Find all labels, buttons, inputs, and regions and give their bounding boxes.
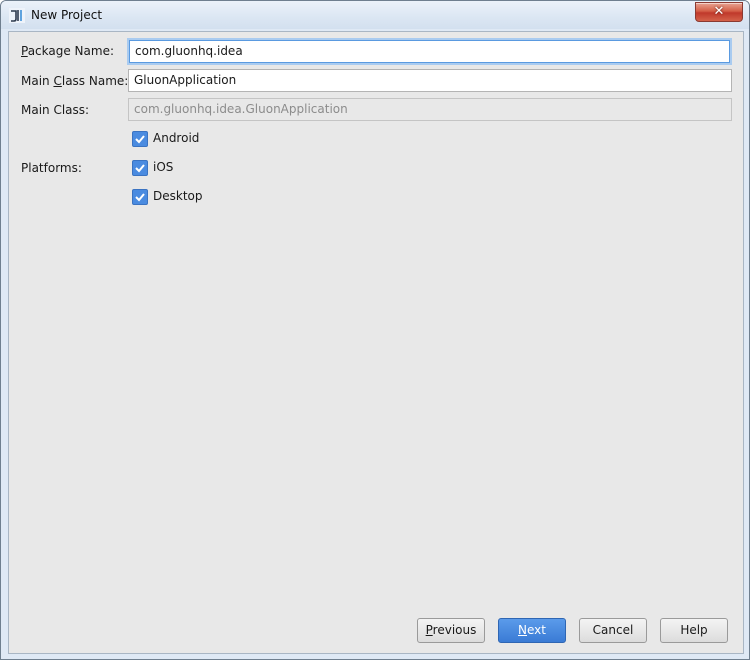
ios-label: iOS (153, 160, 174, 174)
desktop-label: Desktop (153, 189, 203, 203)
platforms-label: Platforms: (21, 161, 82, 175)
next-button[interactable]: Next (498, 618, 566, 643)
checkmark-icon (132, 189, 148, 205)
close-icon: ✕ (713, 4, 725, 19)
android-label: Android (153, 131, 200, 145)
window-title: New Project (31, 8, 103, 22)
package-name-label: Package Name: (21, 44, 115, 58)
package-name-input[interactable]: com.gluonhq.idea (129, 40, 730, 63)
new-project-window: New Project ✕ Package Name: com.gluonhq.… (0, 0, 750, 660)
cancel-button[interactable]: Cancel (579, 618, 647, 643)
close-button[interactable]: ✕ (695, 2, 743, 22)
title-bar[interactable]: New Project ✕ (1, 1, 749, 29)
main-class-name-label: Main Class Name: (21, 74, 129, 88)
dialog-body: Package Name: com.gluonhq.idea Main Clas… (8, 31, 744, 654)
main-class-label: Main Class: (21, 103, 90, 117)
main-class-name-input[interactable]: GluonApplication (128, 69, 732, 92)
help-button[interactable]: Help (660, 618, 728, 643)
main-class-field: com.gluonhq.idea.GluonApplication (128, 98, 732, 121)
checkmark-icon (132, 160, 148, 176)
previous-button[interactable]: Previous (417, 618, 485, 643)
checkmark-icon (132, 131, 148, 147)
intellij-idea-icon (9, 8, 25, 23)
